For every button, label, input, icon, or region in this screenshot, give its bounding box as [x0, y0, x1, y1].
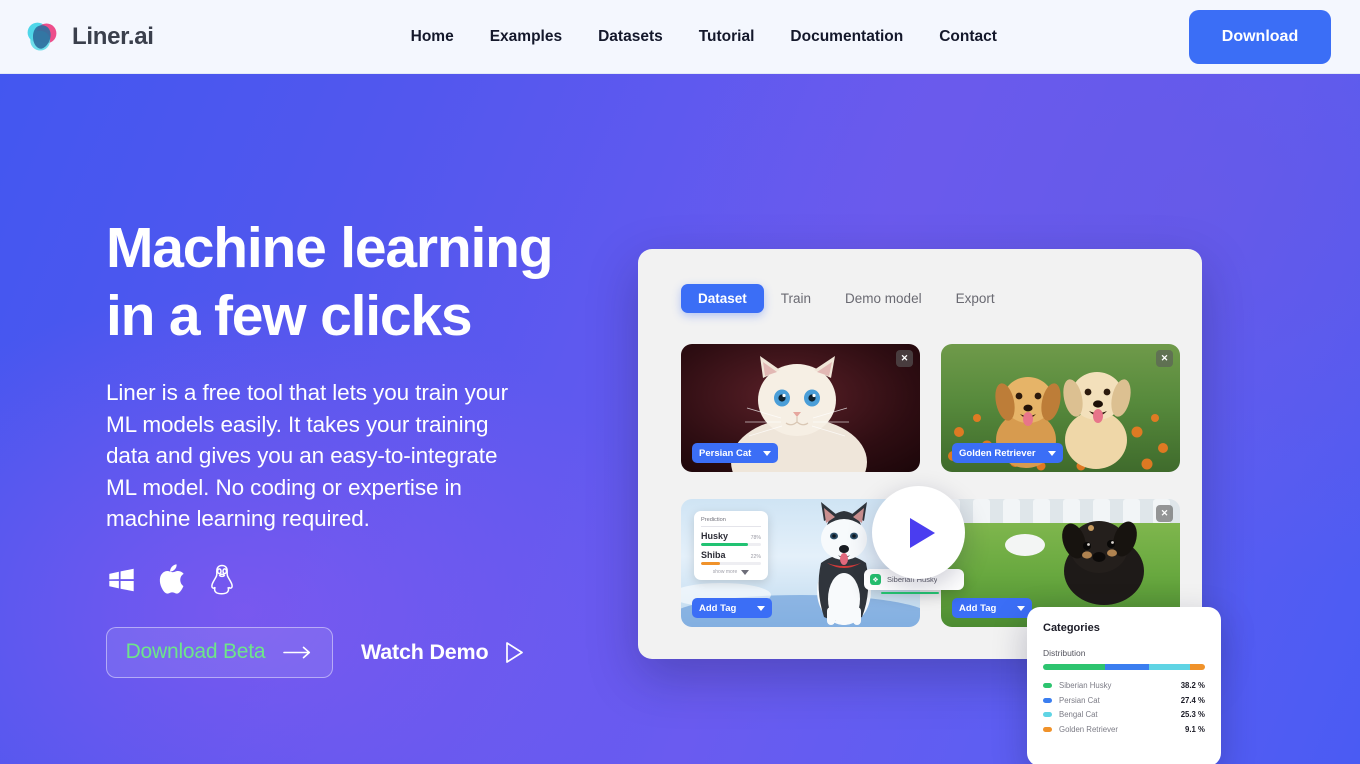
play-triangle-icon [909, 517, 935, 548]
categories-legend: Siberian Husky 38.2 % Persian Cat 27.4 %… [1043, 681, 1205, 734]
add-tag-label: Add Tag [959, 602, 997, 614]
caret-down-icon [1047, 450, 1056, 456]
watch-demo-label: Watch Demo [361, 639, 489, 664]
hero-title-line-2: in a few clicks [106, 284, 473, 348]
nav-link-documentation[interactable]: Documentation [772, 22, 921, 52]
hero-subtitle: Liner is a free tool that lets you train… [106, 380, 508, 531]
tab-export[interactable]: Export [939, 284, 1012, 313]
play-video-button[interactable] [872, 486, 965, 579]
distribution-segment [1104, 664, 1150, 670]
watch-demo-button[interactable]: Watch Demo [361, 640, 524, 665]
app-tabs: Dataset Train Demo model Export [681, 284, 1012, 313]
legend-value: 38.2 % [1180, 681, 1205, 690]
nav-links: Home Examples Datasets Tutorial Document… [393, 22, 1015, 52]
legend-color-chip [1043, 712, 1052, 717]
play-triangle-icon [506, 641, 524, 663]
legend-value: 27.4 % [1180, 695, 1205, 705]
categories-panel: Categories Distribution Siberian Husky 3… [1027, 607, 1221, 764]
dataset-card[interactable]: ✕ Golden Retriever [941, 344, 1180, 472]
prediction-bar-fill [701, 562, 721, 565]
add-tag-dropdown[interactable]: Add Tag [692, 598, 772, 618]
prediction-overlay-card: Prediction Husky 78% Shiba 22% show more [694, 511, 768, 580]
tab-train[interactable]: Train [764, 284, 828, 313]
caret-down-icon [757, 605, 765, 611]
legend-label: Bengal Cat [1059, 710, 1098, 719]
distribution-segment [1190, 664, 1205, 670]
caret-down-icon [741, 569, 750, 575]
hero-cta-row: Download Beta Watch Demo [106, 626, 606, 678]
legend-value: 25.3 % [1180, 710, 1205, 719]
prediction-row: Husky 78% [701, 531, 761, 546]
prediction-row: Shiba 22% [701, 550, 761, 565]
prediction-bar-fill [701, 543, 748, 546]
download-beta-button[interactable]: Download Beta [106, 626, 333, 678]
prediction-divider [701, 526, 761, 527]
prediction-show-more-label: show more [712, 569, 738, 575]
prediction-label: Husky [701, 531, 729, 541]
close-x-icon[interactable]: ✕ [896, 350, 913, 367]
list-item: Siberian Husky 38.2 % [1043, 681, 1205, 690]
caret-down-icon [763, 450, 772, 456]
card-tag-label: Persian Cat [699, 447, 752, 459]
distribution-label: Distribution [1043, 648, 1086, 658]
platform-icons [106, 563, 606, 597]
nav-link-contact[interactable]: Contact [921, 22, 1015, 52]
apple-icon [159, 564, 184, 594]
card-tag-dropdown[interactable]: Persian Cat [692, 443, 779, 463]
prediction-title: Prediction [701, 517, 726, 523]
nav-link-home[interactable]: Home [393, 22, 472, 52]
close-x-icon[interactable]: ✕ [1156, 505, 1173, 522]
nav-link-tutorial[interactable]: Tutorial [681, 22, 773, 52]
nav-link-examples[interactable]: Examples [472, 22, 580, 52]
prediction-show-more[interactable]: show more [701, 569, 761, 575]
brand-name: Liner.ai [72, 22, 154, 50]
legend-color-chip [1043, 726, 1052, 732]
tab-demo-model[interactable]: Demo model [828, 284, 939, 313]
windows-icon [109, 568, 134, 591]
hero-copy: Machine learning in a few clicks Liner i… [106, 214, 606, 678]
add-tag-dropdown[interactable]: Add Tag [952, 598, 1032, 618]
prediction-label: Shiba [701, 550, 726, 560]
tab-dataset[interactable]: Dataset [681, 284, 764, 313]
linux-tux-icon [211, 564, 233, 595]
distribution-segment [1043, 664, 1105, 670]
list-item: Persian Cat 27.4 % [1043, 696, 1205, 705]
add-tag-label: Add Tag [699, 602, 737, 614]
legend-label: Golden Retriever [1059, 724, 1118, 734]
caret-down-icon [1017, 605, 1025, 611]
top-navbar: Liner.ai Home Examples Datasets Tutorial… [0, 0, 1360, 74]
floating-tag-underline [881, 592, 939, 594]
nav-link-datasets[interactable]: Datasets [580, 22, 681, 52]
card-tag-dropdown[interactable]: Golden Retriever [952, 443, 1063, 463]
legend-value: 9.1 % [1185, 724, 1205, 734]
distribution-segment [1149, 664, 1191, 670]
distribution-bar [1043, 664, 1205, 670]
card-tag-label: Golden Retriever [959, 447, 1036, 459]
dataset-card[interactable]: ✕ Persian Cat [681, 344, 920, 472]
list-item: Bengal Cat 25.3 % [1043, 710, 1205, 719]
list-item: Golden Retriever 9.1 % [1043, 725, 1205, 734]
liner-blob-logo-icon [27, 22, 57, 50]
page-title: Machine learning in a few clicks [106, 214, 606, 350]
prediction-bar-track [701, 543, 761, 546]
close-x-icon[interactable]: ✕ [1156, 350, 1173, 367]
brand-logo-link[interactable]: Liner.ai [24, 19, 154, 55]
prediction-bar-track [701, 562, 761, 565]
prediction-value: 22% [750, 554, 761, 560]
download-beta-label: Download Beta [125, 640, 266, 663]
categories-title: Categories [1043, 622, 1100, 634]
hero-section: Machine learning in a few clicks Liner i… [0, 74, 1360, 764]
arrow-right-icon [283, 646, 311, 658]
legend-color-chip [1043, 683, 1052, 688]
prediction-value: 78% [750, 535, 761, 541]
tag-green-icon: ❖ [870, 574, 881, 585]
download-button[interactable]: Download [1189, 10, 1331, 64]
app-screenshot-panel: Dataset Train Demo model Export ✕ Persia… [638, 249, 1202, 659]
legend-label: Persian Cat [1059, 695, 1100, 705]
hero-title-line-1: Machine learning [106, 216, 554, 280]
legend-label: Siberian Husky [1059, 681, 1112, 690]
legend-color-chip [1043, 697, 1052, 703]
